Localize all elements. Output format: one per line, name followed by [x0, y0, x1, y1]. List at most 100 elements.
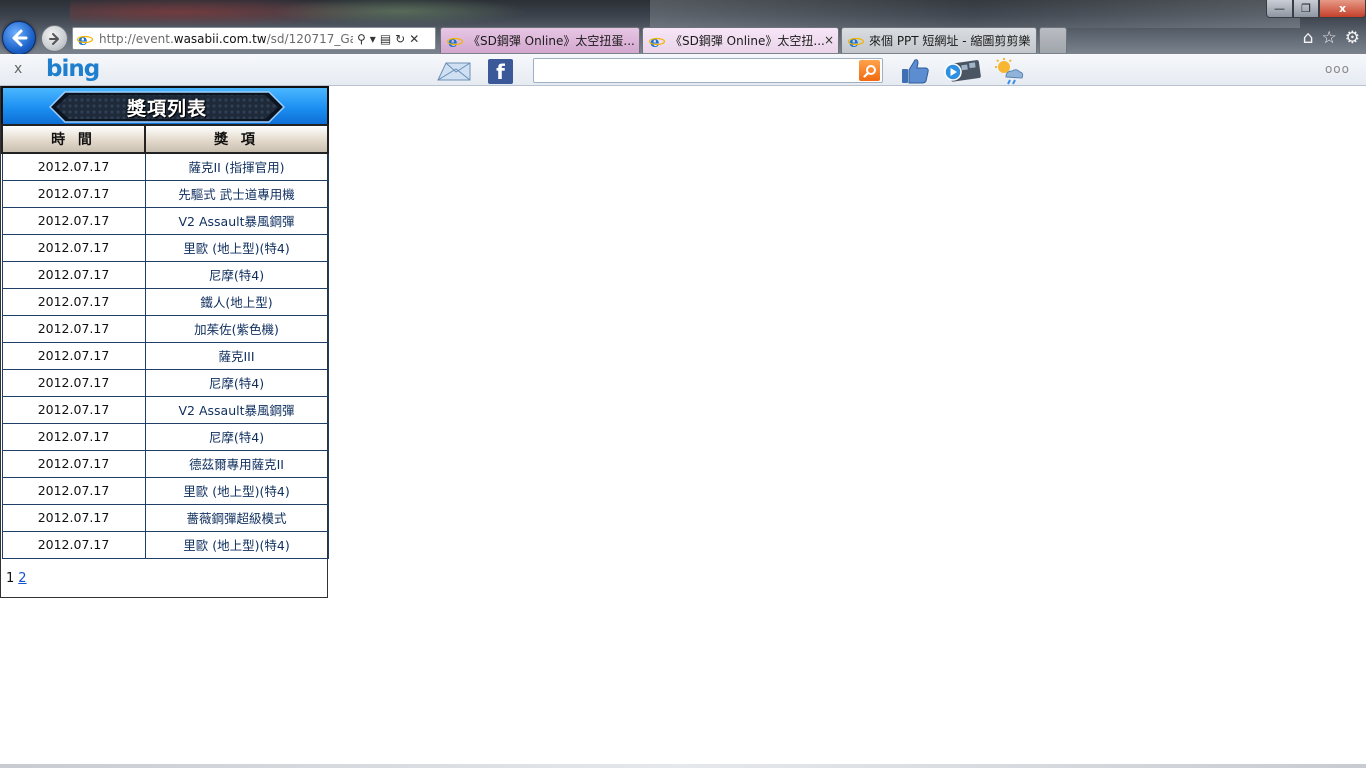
stop-icon[interactable]: ✕ — [409, 33, 419, 45]
table-row: 2012.07.17 薩克II (指揮官用) — [1, 152, 329, 181]
table-row: 2012.07.17 鐵人(地上型) — [1, 287, 329, 316]
time-cell: 2012.07.17 — [1, 449, 146, 478]
time-cell: 2012.07.17 — [1, 395, 146, 424]
address-url[interactable]: http://event.wasabii.com.tw/sd/120717_Ga… — [99, 32, 353, 46]
prize-cell: 尼摩(特4) — [144, 368, 329, 397]
prize-list-panel: 獎項列表 時 間 獎 項 2012.07.17 薩克II (指揮官用) 2012.… — [0, 86, 329, 598]
svg-text:e: e — [78, 31, 88, 47]
facebook-icon[interactable]: f — [488, 59, 513, 84]
url-path: /sd/120717_Gash — [266, 31, 353, 46]
column-header-time: 時 間 — [1, 124, 146, 154]
mail-envelope-icon[interactable] — [436, 60, 472, 82]
compatibility-view-icon[interactable]: ▤ — [380, 33, 391, 45]
tab-2-active[interactable]: e 《SD鋼彈 Online》太空扭... × — [642, 27, 839, 53]
prize-cell: 里歐 (地上型)(特4) — [144, 476, 329, 505]
table-row: 2012.07.17 里歐 (地上型)(特4) — [1, 233, 329, 262]
back-button[interactable] — [2, 21, 36, 54]
more-options-icon[interactable]: ooo — [1325, 62, 1350, 76]
arrow-left-icon — [12, 29, 28, 47]
time-cell: 2012.07.17 — [1, 341, 146, 370]
toolbar-close-icon[interactable]: x — [14, 61, 22, 77]
time-cell: 2012.07.17 — [1, 206, 146, 235]
table-row: 2012.07.17 尼摩(特4) — [1, 260, 329, 289]
prize-cell: 先驅式 武士道專用機 — [144, 179, 329, 208]
prize-cell: 鐵人(地上型) — [144, 287, 329, 316]
time-cell: 2012.07.17 — [1, 368, 146, 397]
search-icon[interactable]: ⚲ — [357, 33, 366, 45]
arrow-right-icon — [48, 32, 59, 45]
refresh-icon[interactable]: ↻ — [395, 33, 405, 45]
search-icon — [862, 64, 876, 78]
time-cell: 2012.07.17 — [1, 233, 146, 262]
browser-title-bar: e http://event.wasabii.com.tw/sd/120717_… — [0, 0, 1366, 54]
table-row: 2012.07.17 V2 Assault暴風鋼彈 — [1, 395, 329, 424]
search-button[interactable] — [859, 60, 880, 81]
prize-list-header: 獎項列表 — [1, 86, 329, 124]
bing-toolbar: x bing f ooo — [0, 54, 1366, 86]
tab-label: 《SD鋼彈 Online》太空扭... — [670, 34, 825, 48]
prize-list-title: 獎項列表 — [126, 97, 207, 120]
table-row: 2012.07.17 尼摩(特4) — [1, 368, 329, 397]
minimize-button[interactable]: — — [1266, 0, 1293, 18]
video-film-icon[interactable] — [944, 58, 982, 84]
tab-1[interactable]: e 《SD鋼彈 Online》太空扭蛋... — [440, 27, 640, 53]
time-cell: 2012.07.17 — [1, 503, 146, 532]
bing-search-box[interactable] — [533, 58, 883, 83]
prize-cell: 尼摩(特4) — [144, 422, 329, 451]
tab-close-icon[interactable]: × — [824, 33, 834, 47]
svg-text:e: e — [650, 33, 660, 49]
svg-text:e: e — [448, 33, 458, 49]
close-window-button[interactable]: x — [1319, 0, 1366, 18]
prize-cell: V2 Assault暴風鋼彈 — [144, 395, 329, 424]
time-cell: 2012.07.17 — [1, 152, 146, 181]
window-controls: — ❐ x — [1266, 0, 1366, 18]
prize-cell: 里歐 (地上型)(特4) — [144, 233, 329, 262]
table-row: 2012.07.17 薩克III — [1, 341, 329, 370]
time-cell: 2012.07.17 — [1, 422, 146, 451]
table-row: 2012.07.17 薔薇鋼彈超級模式 — [1, 503, 329, 532]
bing-search-input[interactable] — [534, 59, 856, 82]
table-row: 2012.07.17 里歐 (地上型)(特4) — [1, 530, 329, 559]
svg-text:e: e — [849, 33, 859, 49]
maximize-button[interactable]: ❐ — [1293, 0, 1319, 18]
command-icons: ⌂ ☆ ⚙ — [1303, 30, 1360, 47]
weather-icon[interactable] — [992, 57, 1024, 85]
thumbs-up-icon[interactable] — [900, 57, 930, 85]
settings-gear-icon[interactable]: ⚙ — [1345, 30, 1360, 47]
time-cell: 2012.07.17 — [1, 476, 146, 505]
pagination: 12 — [6, 571, 27, 586]
home-icon[interactable]: ⌂ — [1303, 30, 1314, 47]
time-cell: 2012.07.17 — [1, 287, 146, 316]
table-row: 2012.07.17 先驅式 武士道專用機 — [1, 179, 329, 208]
taskbar-edge — [0, 764, 1366, 768]
forward-button[interactable] — [41, 25, 68, 52]
prize-cell: 尼摩(特4) — [144, 260, 329, 289]
page-link-2[interactable]: 2 — [18, 571, 26, 586]
bing-logo[interactable]: bing — [46, 56, 100, 82]
prize-cell: 里歐 (地上型)(特4) — [144, 530, 329, 559]
favorites-star-icon[interactable]: ☆ — [1322, 30, 1337, 47]
tab-label: 來個 PPT 短網址 - 縮圖剪剪樂 — [869, 34, 1031, 48]
desktop-background — [250, 0, 550, 28]
url-domain: wasabii.com.tw — [173, 31, 267, 46]
address-bar[interactable]: e http://event.wasabii.com.tw/sd/120717_… — [72, 27, 436, 50]
tab-3[interactable]: e 來個 PPT 短網址 - 縮圖剪剪樂 — [841, 27, 1037, 53]
dropdown-arrow-icon[interactable]: ▾ — [370, 33, 376, 45]
table-row: 2012.07.17 德茲爾專用薩克II — [1, 449, 329, 478]
prize-cell: 薔薇鋼彈超級模式 — [144, 503, 329, 532]
time-cell: 2012.07.17 — [1, 314, 146, 343]
table-row: 2012.07.17 加茱佐(紫色機) — [1, 314, 329, 343]
prize-cell: 加茱佐(紫色機) — [144, 314, 329, 343]
url-prefix: http://event. — [99, 31, 174, 46]
column-header-prize: 獎 項 — [144, 124, 329, 154]
prize-cell: 薩克III — [144, 341, 329, 370]
prize-cell: 德茲爾專用薩克II — [144, 449, 329, 478]
ie-logo-icon: e — [848, 33, 864, 49]
prize-table: 時 間 獎 項 2012.07.17 薩克II (指揮官用) 2012.07.17… — [1, 124, 329, 559]
time-cell: 2012.07.17 — [1, 260, 146, 289]
ie-logo-icon: e — [447, 33, 463, 49]
table-row: 2012.07.17 里歐 (地上型)(特4) — [1, 476, 329, 505]
ie-logo-icon: e — [77, 31, 93, 47]
prize-cell: 薩克II (指揮官用) — [144, 152, 329, 181]
new-tab-button[interactable] — [1039, 27, 1067, 53]
